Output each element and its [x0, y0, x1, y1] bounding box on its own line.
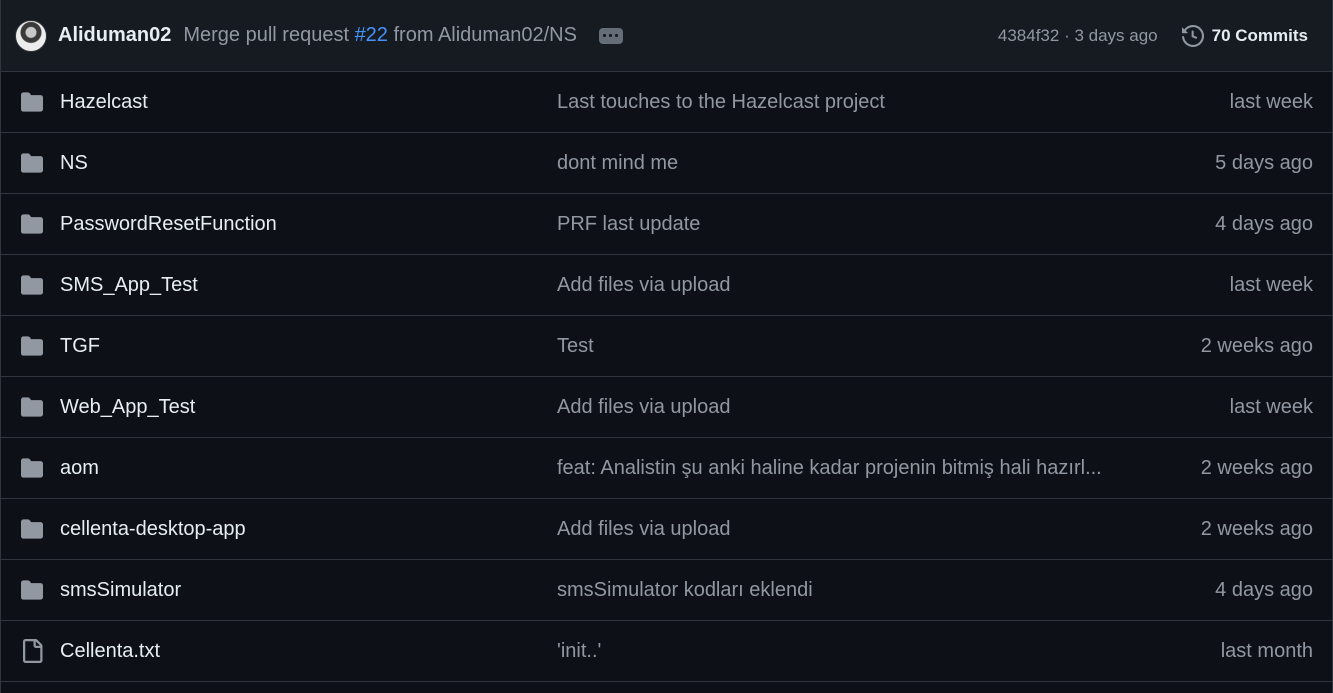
- last-commit-message-link[interactable]: PRF last update: [557, 213, 1127, 236]
- file-row[interactable]: Cellenta.txt'init..' last month: [1, 621, 1332, 682]
- folder-icon: [19, 457, 45, 479]
- last-commit-message-link[interactable]: Add files via upload: [557, 274, 1127, 297]
- file-name-link[interactable]: PasswordResetFunction: [60, 213, 557, 236]
- file-row[interactable]: cellenta-desktop-app Add files via upload…: [1, 499, 1332, 560]
- last-commit-date: last month: [1220, 639, 1313, 662]
- latest-commit-bar: Aliduman02 Merge pull request #22 from A…: [1, 0, 1332, 72]
- folder-icon: [19, 152, 45, 174]
- file-row[interactable]: Web_App_Test Add files via upload last wee…: [1, 377, 1332, 438]
- last-commit-date: 2 weeks ago: [1200, 517, 1313, 540]
- ellipsis-icon[interactable]: [598, 27, 623, 44]
- last-commit-message-link[interactable]: 'init..': [557, 640, 1127, 663]
- file-row[interactable]: aom feat: Analistin şu anki haline kadar …: [1, 438, 1332, 499]
- commits-history-link[interactable]: 70 Commits: [1181, 24, 1308, 47]
- file-name-link[interactable]: Hazelcast: [60, 91, 557, 114]
- last-commit-date: 4 days ago: [1215, 578, 1313, 601]
- file-browser: Aliduman02 Merge pull request #22 from A…: [0, 0, 1333, 693]
- folder-icon: [19, 274, 45, 296]
- avatar[interactable]: [15, 19, 47, 52]
- commit-message[interactable]: Merge pull request #22 from Aliduman02/N…: [183, 24, 577, 47]
- last-commit-date: 4 days ago: [1215, 212, 1313, 235]
- file-name-link[interactable]: Cellenta.txt: [60, 640, 557, 663]
- pull-request-link[interactable]: #22: [355, 24, 388, 46]
- history-icon: [1181, 24, 1204, 47]
- folder-icon: [19, 518, 45, 540]
- file-name-link[interactable]: aom: [60, 457, 557, 480]
- file-name-link[interactable]: Web_App_Test: [60, 396, 557, 419]
- commit-message-prefix: Merge pull request: [183, 24, 355, 46]
- file-list: Hazelcast Last touches to the Hazelcast p…: [1, 72, 1332, 682]
- last-commit-message-link[interactable]: Last touches to the Hazelcast project: [557, 91, 1127, 114]
- last-commit-message-link[interactable]: Test: [557, 335, 1127, 358]
- file-name-link[interactable]: cellenta-desktop-app: [60, 518, 557, 541]
- last-commit-message-link[interactable]: smsSimulator kodları eklendi: [557, 579, 1127, 602]
- last-commit-date: 5 days ago: [1215, 151, 1313, 174]
- last-commit-message-link[interactable]: feat: Analistin şu anki haline kadar pro…: [557, 457, 1127, 480]
- folder-icon: [19, 91, 45, 113]
- file-row[interactable]: PasswordResetFunction PRF last update 4 da…: [1, 194, 1332, 255]
- folder-icon: [19, 213, 45, 235]
- file-row[interactable]: smsSimulator smsSimulator kodları eklendi…: [1, 560, 1332, 621]
- folder-icon: [19, 579, 45, 601]
- file-row[interactable]: NS dont mind me 5 days ago: [1, 133, 1332, 194]
- file-name-link[interactable]: smsSimulator: [60, 579, 557, 602]
- last-commit-date: last week: [1229, 395, 1313, 418]
- commit-hash-and-time[interactable]: 4384f32 · 3 days ago: [998, 26, 1158, 46]
- last-commit-message-link[interactable]: Add files via upload: [557, 518, 1127, 541]
- file-row[interactable]: SMS_App_Test Add files via upload last wee…: [1, 255, 1332, 316]
- commit-message-suffix: from Aliduman02/NS: [387, 24, 577, 46]
- file-icon: [19, 639, 45, 663]
- last-commit-date: 2 weeks ago: [1200, 334, 1313, 357]
- file-row[interactable]: Hazelcast Last touches to the Hazelcast p…: [1, 72, 1332, 133]
- last-commit-message-link[interactable]: Add files via upload: [557, 396, 1127, 419]
- file-row[interactable]: TGF Test 2 weeks ago: [1, 316, 1332, 377]
- folder-icon: [19, 396, 45, 418]
- folder-icon: [19, 335, 45, 357]
- last-commit-date: 2 weeks ago: [1200, 456, 1313, 479]
- last-commit-date: last week: [1229, 273, 1313, 296]
- last-commit-date: last week: [1229, 90, 1313, 113]
- commits-count: 70 Commits: [1211, 25, 1308, 45]
- file-name-link[interactable]: SMS_App_Test: [60, 274, 557, 297]
- last-commit-message-link[interactable]: dont mind me: [557, 152, 1127, 175]
- file-name-link[interactable]: NS: [60, 152, 557, 175]
- file-name-link[interactable]: TGF: [60, 335, 557, 358]
- commit-author[interactable]: Aliduman02: [58, 24, 171, 47]
